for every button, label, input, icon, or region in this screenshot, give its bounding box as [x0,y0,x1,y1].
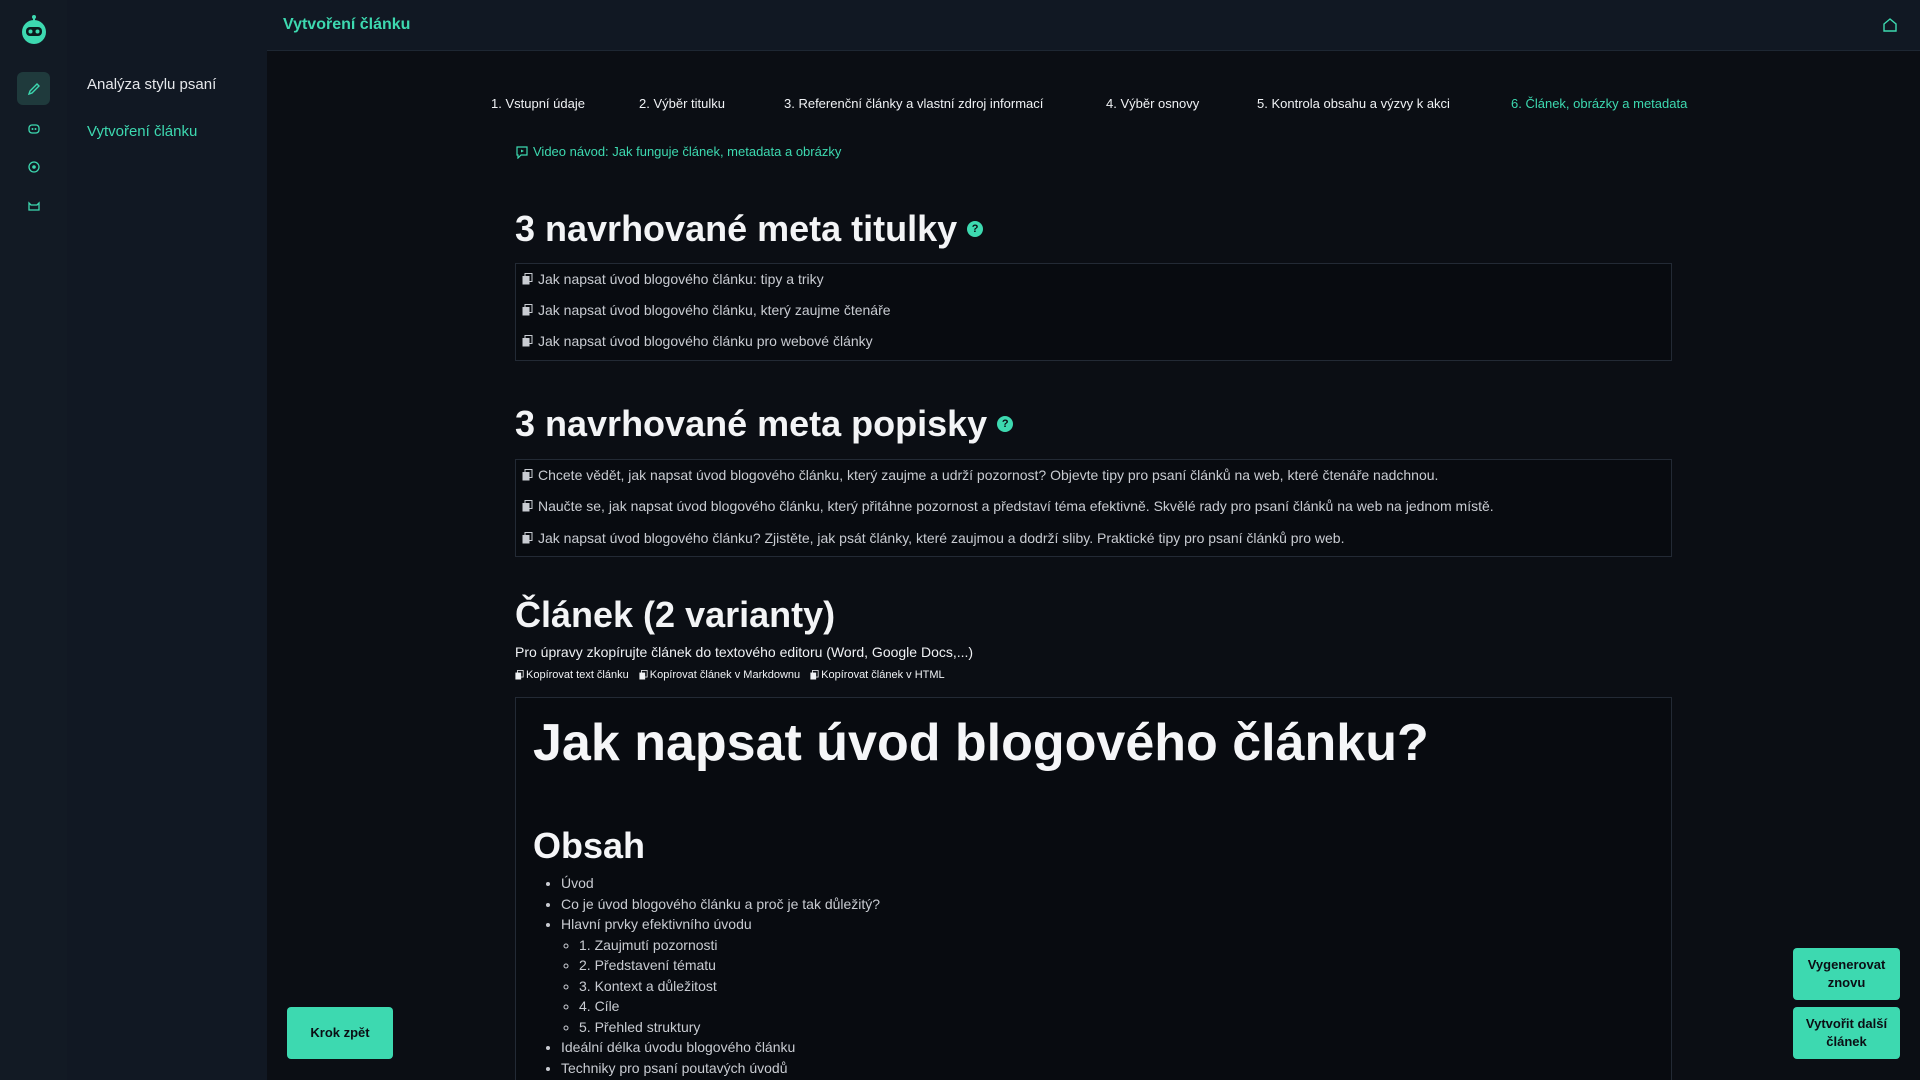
home-icon[interactable] [1882,17,1898,33]
meta-titles-heading: 3 navrhované meta titulky ? [515,208,984,250]
toc-item: Co je úvod blogového článku a proč je ta… [561,894,880,915]
copy-icon[interactable] [522,335,533,347]
copy-html-label: Kopírovat článek v HTML [821,669,945,681]
table-of-contents: Úvod Co je úvod blogového článku a proč … [561,873,880,1078]
meta-titles-heading-text: 3 navrhované meta titulky [515,208,958,249]
meta-title-text: Jak napsat úvod blogového článku, který … [538,302,891,318]
stepper: 1. Vstupní údaje 2. Výběr titulku 3. Ref… [0,96,1920,118]
cat-icon [27,200,40,211]
article-content[interactable]: Jak napsat úvod blogového článku? Obsah … [515,697,1672,1080]
rail-target-button[interactable] [17,150,50,183]
meta-title-item[interactable]: Jak napsat úvod blogového článku pro web… [522,333,873,349]
copy-icon[interactable] [522,304,533,316]
copy-icon[interactable] [522,500,533,512]
toc-subitem: 5. Přehled struktury [579,1017,880,1038]
copy-icon[interactable] [522,532,533,544]
meta-title-text: Jak napsat úvod blogového článku pro web… [538,333,873,349]
step-1[interactable]: 1. Vstupní údaje [491,96,585,111]
meta-description-text: Naučte se, jak napsat úvod blogového člá… [538,498,1494,514]
toc-item: Hlavní prvky efektivního úvodu 1. Zaujmu… [561,914,880,1037]
pencil-icon [27,82,40,95]
copy-markdown-button[interactable]: Kopírovat článek v Markdownu [639,669,800,681]
copy-markdown-label: Kopírovat článek v Markdownu [649,669,801,681]
step-5[interactable]: 5. Kontrola obsahu a výzvy k akci [1257,96,1450,111]
meta-description-text: Jak napsat úvod blogového článku? Zjistě… [538,530,1345,546]
sidebar: Analýza stylu psaní Vytvoření článku [67,0,267,1080]
page-title: Vytvoření článku [283,16,411,33]
step-3[interactable]: 3. Referenční články a vlastní zdroj inf… [784,96,1043,111]
copy-icon[interactable] [522,469,533,481]
toc-sublist: 1. Zaujmutí pozornosti 2. Představení té… [579,935,880,1038]
meta-titles-box: Jak napsat úvod blogového článku: tipy a… [515,263,1672,361]
copy-icon [515,670,524,680]
robot-icon [27,123,40,134]
toc-subitem: 1. Zaujmutí pozornosti [579,935,880,956]
step-2[interactable]: 2. Výběr titulku [639,96,725,111]
video-link-label: Video návod: Jak funguje článek, metadat… [533,144,842,159]
meta-title-item[interactable]: Jak napsat úvod blogového článku, který … [522,302,891,318]
robot-logo-icon[interactable] [18,14,50,46]
copy-icon[interactable] [522,273,533,285]
target-icon [27,160,40,173]
copy-text-label: Kopírovat text článku [526,669,629,681]
meta-description-item[interactable]: Chcete vědět, jak napsat úvod blogového … [522,467,1438,483]
toc-subitem: 3. Kontext a důležitost [579,976,880,997]
meta-title-text: Jak napsat úvod blogového článku: tipy a… [538,271,824,287]
copy-text-button[interactable]: Kopírovat text článku [515,669,629,681]
regenerate-button[interactable]: Vygenerovat znovu [1793,948,1900,1000]
toc-subitem: 4. Cíle [579,996,880,1017]
create-next-article-button[interactable]: Vytvořit další článek [1793,1007,1900,1059]
icon-rail [0,0,67,1080]
meta-description-item[interactable]: Naučte se, jak napsat úvod blogového člá… [522,498,1494,514]
back-button[interactable]: Krok zpět [287,1007,393,1059]
article-heading: Článek (2 varianty) [515,594,835,636]
meta-descriptions-heading-text: 3 navrhované meta popisky [515,403,988,444]
copy-html-button[interactable]: Kopírovat článek v HTML [810,669,945,681]
video-icon [516,145,528,159]
topbar: Vytvoření článku [267,0,1920,51]
article-heading-text: Článek (2 varianty) [515,594,836,635]
toc-heading: Obsah [533,825,646,866]
sidebar-item-create-article[interactable]: Vytvoření článku [87,123,197,140]
video-tutorial-link[interactable]: Video návod: Jak funguje článek, metadat… [515,144,841,159]
help-icon[interactable]: ? [967,221,984,237]
meta-descriptions-box: Chcete vědět, jak napsat úvod blogového … [515,459,1672,557]
meta-description-text: Chcete vědět, jak napsat úvod blogového … [538,467,1439,483]
meta-title-item[interactable]: Jak napsat úvod blogového článku: tipy a… [522,271,824,287]
meta-description-item[interactable]: Jak napsat úvod blogového článku? Zjistě… [522,530,1344,546]
article-title: Jak napsat úvod blogového článku? [533,714,1429,772]
step-4[interactable]: 4. Výběr osnovy [1106,96,1199,111]
step-6[interactable]: 6. Článek, obrázky a metadata [1511,96,1687,111]
sidebar-item-style-analysis[interactable]: Analýza stylu psaní [87,76,216,93]
toc-item: Techniky pro psaní poutavých úvodů [561,1058,880,1079]
help-icon[interactable]: ? [997,416,1014,432]
rail-cat-button[interactable] [17,189,50,222]
toc-subitem: 2. Představení tématu [579,955,880,976]
toc-item: Ideální délka úvodu blogového článku [561,1037,880,1058]
meta-descriptions-heading: 3 navrhované meta popisky ? [515,403,1014,445]
copy-icon [810,670,819,680]
toc-item: Úvod [561,873,880,894]
copy-actions: Kopírovat text článku Kopírovat článek v… [515,669,945,681]
copy-icon [639,670,648,680]
toc-item-label: Hlavní prvky efektivního úvodu [561,916,752,932]
article-subtitle: Pro úpravy zkopírujte článek do textovéh… [515,644,974,660]
